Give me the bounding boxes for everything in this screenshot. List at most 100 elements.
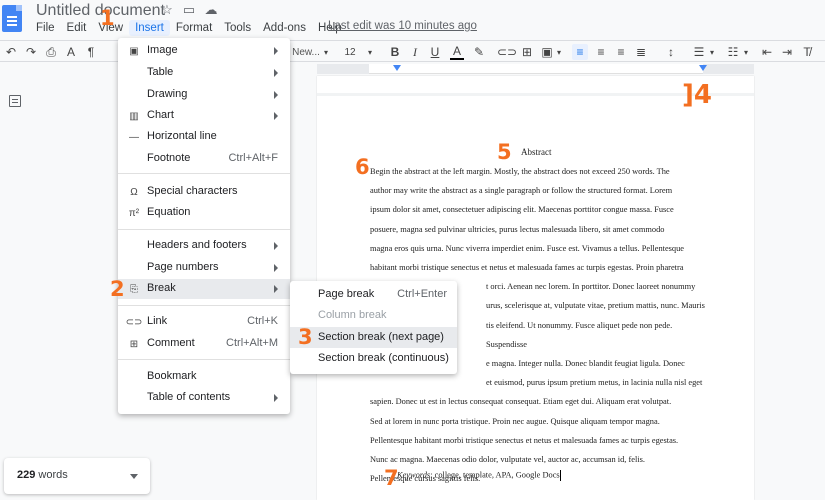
menu-addons[interactable]: Add-ons [257,20,312,36]
cloud-icon[interactable]: ☁ [204,2,218,17]
annotation-5: 5 [497,140,512,164]
submenu-arrow-icon [274,285,278,293]
right-indent-marker[interactable] [699,65,707,71]
align-left-icon[interactable]: ≡ [572,44,588,60]
ruler[interactable] [317,64,754,74]
submenu-item-column-break[interactable]: Column break [290,305,457,326]
menu-bar: File Edit View Insert Format Tools Add-o… [30,20,348,36]
spellcheck-icon[interactable]: A [64,44,78,60]
body-line: Begin the abstract at the left margin. M… [370,167,670,176]
title-actions: ☆ ▭ ☁ [160,2,218,17]
submenu-item-page-break[interactable]: Page break Ctrl+Enter [290,284,457,305]
decrease-indent-icon[interactable]: ⇤ [760,44,774,60]
bold-icon[interactable]: B [388,44,402,60]
menu-item-break[interactable]: ⎘ Break [118,279,290,299]
body-line: Nunc ac magna. Maecenas odio dolor, vulp… [370,455,646,465]
body-line: author may write the abstract as a singl… [370,186,673,196]
menu-item-horizontal-line[interactable]: — Horizontal line [118,127,290,147]
menu-item-equation[interactable]: π² Equation [118,203,290,223]
clear-formatting-icon[interactable]: T̸ [800,44,814,60]
chevron-down-icon[interactable]: ▾ [708,44,716,60]
menu-edit[interactable]: Edit [61,20,93,36]
menu-divider [118,229,290,230]
keywords-line[interactable]: Keywords: college, template, APA, Google… [397,470,561,481]
menu-tools[interactable]: Tools [218,20,257,36]
numbered-list-icon[interactable]: ☰ [692,44,706,60]
word-count-label: words [38,469,68,481]
menu-item-comment[interactable]: ⊞ Comment Ctrl+Alt+M [118,334,290,354]
increase-indent-icon[interactable]: ⇥ [780,44,794,60]
chevron-down-icon[interactable] [130,474,138,479]
menu-item-link[interactable]: ⊂⊃ Link Ctrl+K [118,312,290,332]
highlight-icon[interactable]: ✎ [472,44,486,60]
bulleted-list-icon[interactable]: ☷ [726,44,740,60]
link-icon[interactable]: ⊂⊃ [497,44,517,60]
body-line: habitant morbi tristique senectus et net… [370,263,684,273]
justify-icon[interactable]: ≣ [634,44,648,60]
paint-format-icon[interactable]: ¶ [84,44,98,60]
body-line: sapien. Donec ut est in lectus consequat… [370,397,672,407]
menu-item-chart[interactable]: ▥ Chart [118,106,290,126]
keywords-value: : college, template, APA, Google Docs [430,470,560,480]
pi-icon: π² [128,207,140,219]
annotation-1: 1 [100,6,115,30]
omega-icon: Ω [130,186,138,198]
menu-item-image[interactable]: ▣ Image [118,41,290,61]
font-size-field[interactable]: 12 [338,44,362,60]
menu-item-special-characters[interactable]: Ω Special characters [118,182,290,202]
submenu-arrow-icon [274,112,278,120]
menu-file[interactable]: File [30,20,61,36]
annotation-3: 3 [298,325,313,349]
menu-item-headers-footers[interactable]: Headers and footers [118,236,290,256]
menu-item-table-of-contents[interactable]: Table of contents [118,388,290,408]
abstract-heading: Abstract [521,147,552,157]
submenu-arrow-icon [274,69,278,77]
horizontal-line-icon: — [129,131,139,143]
body-line: ipsum dolor sit amet, consectetuer adipi… [370,205,674,215]
docs-logo-icon[interactable] [2,5,22,32]
last-edit-link[interactable]: Last edit was 10 minutes ago [328,20,477,32]
align-center-icon[interactable]: ≡ [594,44,608,60]
menu-item-drawing[interactable]: Drawing [118,85,290,105]
menu-item-bookmark[interactable]: Bookmark [118,367,290,387]
chevron-down-icon[interactable]: ▾ [322,44,330,60]
menu-item-footnote[interactable]: Footnote Ctrl+Alt+F [118,149,290,169]
print-icon[interactable]: ⎙ [44,44,58,60]
body-line: et euismod, purus ipsum pretium metus, i… [486,378,703,388]
text-color-icon[interactable]: A [450,44,464,60]
left-indent-marker[interactable] [393,65,401,71]
menu-item-page-numbers[interactable]: Page numbers [118,258,290,278]
body-line: Sed at lorem in nunc porta tristique. Pr… [370,416,660,426]
folder-icon[interactable]: ▭ [182,2,196,17]
comment-icon: ⊞ [129,338,139,350]
chart-icon: ▥ [129,110,139,122]
italic-icon[interactable]: I [408,44,422,60]
chevron-down-icon[interactable]: ▾ [366,44,374,60]
undo-icon[interactable]: ↶ [4,44,18,60]
line-spacing-icon[interactable]: ↕ [664,44,678,60]
word-count-widget[interactable]: 229 words [4,458,150,494]
font-family-dropdown[interactable]: New... [290,44,322,60]
submenu-arrow-icon [274,47,278,55]
annotation-4: ]4 [682,80,712,110]
underline-icon[interactable]: U [428,44,442,60]
document-outline-icon[interactable] [9,95,21,107]
submenu-arrow-icon [274,394,278,402]
body-line: posuere, magna sed pulvinar ultricies, p… [370,224,665,234]
menu-item-table[interactable]: Table [118,63,290,83]
insert-image-icon[interactable]: ▣ [540,44,554,60]
menu-insert[interactable]: Insert [129,20,170,36]
image-icon: ▣ [129,45,139,57]
submenu-item-section-break-next-page[interactable]: Section break (next page) [290,327,457,348]
add-comment-icon[interactable]: ⊞ [520,44,534,60]
link-icon: ⊂⊃ [125,316,143,328]
redo-icon[interactable]: ↷ [24,44,38,60]
chevron-down-icon[interactable]: ▾ [555,44,563,60]
star-icon[interactable]: ☆ [160,2,174,17]
submenu-arrow-icon [274,264,278,272]
align-right-icon[interactable]: ≡ [614,44,628,60]
menu-divider [118,173,290,174]
chevron-down-icon[interactable]: ▾ [742,44,750,60]
menu-format[interactable]: Format [170,20,218,36]
submenu-item-section-break-continuous[interactable]: Section break (continuous) [290,348,457,369]
